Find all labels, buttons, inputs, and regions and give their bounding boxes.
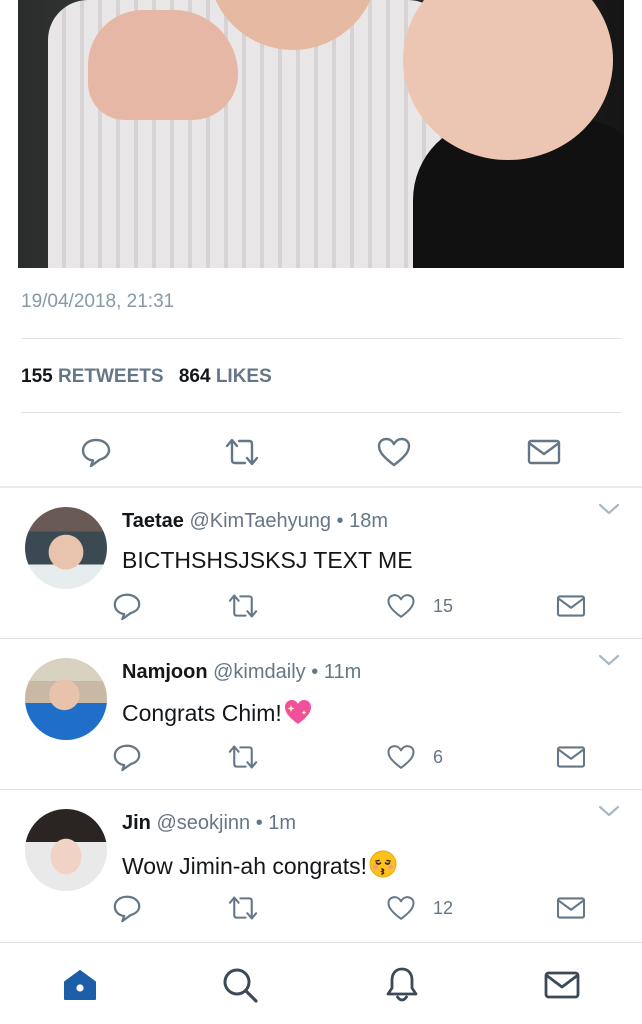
reply-button[interactable] — [110, 892, 144, 924]
tab-notifications[interactable] — [380, 965, 424, 1005]
user-handle[interactable]: @seokjinn — [156, 812, 250, 834]
reply-icon — [81, 438, 111, 468]
retweet-icon — [225, 438, 259, 466]
chevron-down-icon — [598, 503, 620, 515]
bell-icon — [386, 967, 418, 1002]
reply-icon — [113, 744, 141, 772]
avatar[interactable] — [25, 809, 107, 891]
more-options-button[interactable] — [598, 804, 620, 823]
retweet-button[interactable] — [224, 741, 262, 773]
likes-label[interactable]: LIKES — [216, 366, 272, 387]
display-name[interactable]: Taetae — [122, 510, 184, 532]
tweet-action-bar — [0, 430, 642, 474]
envelope-icon — [556, 746, 586, 768]
reply-header: Taetae @KimTaehyung • 18m — [122, 510, 388, 533]
reply-time: 11m — [323, 661, 362, 683]
retweet-count[interactable]: 155 — [21, 366, 53, 387]
retweet-icon — [228, 896, 258, 920]
dm-button[interactable] — [554, 590, 588, 622]
retweet-icon — [228, 745, 258, 769]
divider — [21, 412, 621, 413]
heart-icon — [387, 745, 415, 769]
envelope-icon — [556, 897, 586, 919]
user-handle[interactable]: @kimdaily — [213, 661, 306, 683]
avatar[interactable] — [25, 658, 107, 740]
divider — [21, 338, 621, 339]
reply-text: Congrats Chim! — [122, 700, 282, 726]
reply-tweet[interactable]: Namjoon @kimdaily • 11m Congrats Chim! 6 — [0, 639, 642, 789]
reply-text: BICTHSHSJSKSJ TEXT ME — [122, 547, 413, 573]
tab-search[interactable] — [218, 965, 262, 1005]
reply-time: 18m — [349, 510, 388, 532]
reply-time: 1m — [268, 812, 297, 834]
bottom-tab-bar — [0, 942, 642, 1024]
meta-separator: • — [336, 510, 344, 532]
envelope-icon — [544, 971, 580, 999]
user-handle[interactable]: @KimTaehyung — [189, 510, 330, 532]
reply-body: Congrats Chim! — [122, 698, 313, 732]
heart-icon — [387, 594, 415, 618]
more-options-button[interactable] — [598, 653, 620, 672]
tweet-stats: 155 RETWEETS 864 LIKES — [21, 366, 282, 388]
dm-button[interactable] — [524, 434, 564, 470]
home-icon — [64, 970, 96, 1000]
display-name[interactable]: Jin — [122, 812, 151, 834]
more-options-button[interactable] — [598, 502, 620, 521]
kissing-face-emoji — [368, 849, 398, 885]
retweet-button[interactable] — [222, 434, 262, 470]
reply-body: Wow Jimin-ah congrats! — [122, 849, 398, 885]
reply-tweet[interactable]: Jin @seokjinn • 1m Wow Jimin-ah congrats… — [0, 790, 642, 940]
retweet-button[interactable] — [224, 892, 262, 924]
sparkling-heart-emoji — [283, 698, 313, 732]
envelope-icon — [527, 439, 561, 465]
retweet-button[interactable] — [224, 590, 262, 622]
like-button[interactable] — [384, 892, 418, 924]
tweet-photo[interactable] — [18, 0, 624, 268]
reply-button[interactable] — [110, 590, 144, 622]
photo-hand — [88, 10, 238, 120]
avatar[interactable] — [25, 507, 107, 589]
dm-button[interactable] — [554, 741, 588, 773]
like-button[interactable] — [384, 590, 418, 622]
retweet-icon — [228, 594, 258, 618]
reply-header: Namjoon @kimdaily • 11m — [122, 661, 361, 684]
dm-button[interactable] — [554, 892, 588, 924]
heart-icon — [377, 437, 411, 467]
tab-messages[interactable] — [540, 965, 584, 1005]
like-button[interactable] — [384, 741, 418, 773]
heart-icon — [387, 896, 415, 920]
like-count: 6 — [433, 747, 444, 767]
retweets-label[interactable]: RETWEETS — [58, 366, 164, 387]
meta-separator: • — [311, 661, 319, 683]
envelope-icon — [556, 595, 586, 617]
like-count: 12 — [433, 898, 454, 918]
tweet-timestamp: 19/04/2018, 21:31 — [21, 291, 175, 312]
chevron-down-icon — [598, 654, 620, 666]
search-icon — [223, 968, 258, 1003]
like-button[interactable] — [374, 434, 414, 470]
reply-button[interactable] — [110, 741, 144, 773]
reply-header: Jin @seokjinn • 1m — [122, 812, 296, 835]
tab-home[interactable] — [58, 965, 102, 1005]
reply-icon — [113, 593, 141, 621]
display-name[interactable]: Namjoon — [122, 661, 208, 683]
reply-tweet[interactable]: Taetae @KimTaehyung • 18m BICTHSHSJSKSJ … — [0, 488, 642, 638]
chevron-down-icon — [598, 805, 620, 817]
reply-button[interactable] — [78, 434, 114, 470]
reply-text: Wow Jimin-ah congrats! — [122, 853, 367, 879]
like-count[interactable]: 864 — [179, 366, 211, 387]
like-count: 15 — [433, 596, 454, 616]
reply-icon — [113, 895, 141, 923]
meta-separator: • — [255, 812, 263, 834]
